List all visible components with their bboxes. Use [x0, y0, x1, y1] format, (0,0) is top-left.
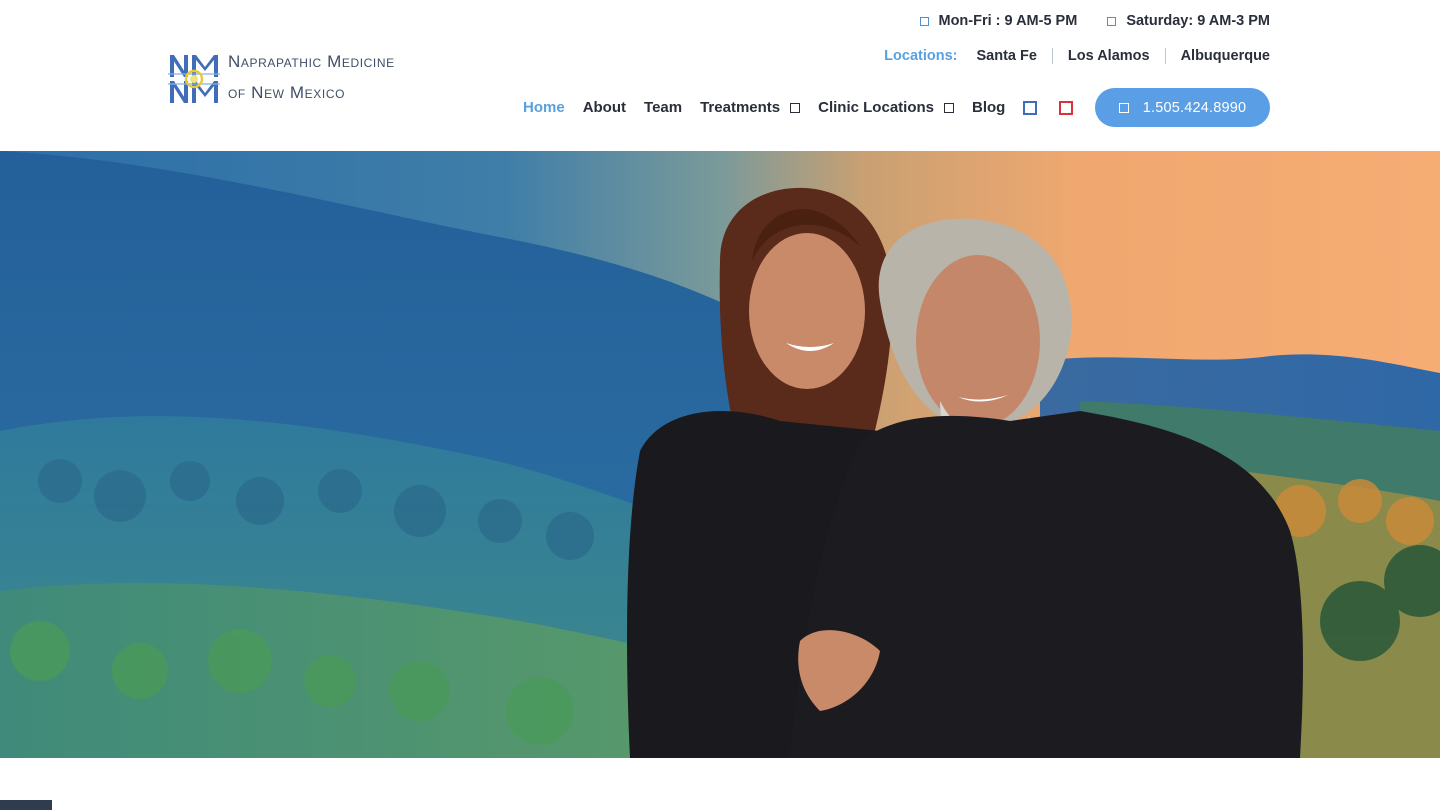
location-divider [1164, 48, 1166, 64]
locations-bar: Locations: Santa Fe Los Alamos Albuquerq… [884, 48, 1270, 64]
hours-weekday: Mon-Fri : 9 AM-5 PM [919, 13, 1078, 29]
nav-item-clinic-locations-label: Clinic Locations [818, 99, 934, 116]
phone-icon [1118, 102, 1129, 113]
dropdown-icon [944, 102, 954, 113]
logo-name-line2: of New Mexico [228, 83, 346, 102]
square-icon [919, 16, 929, 26]
logo-mark-icon [168, 53, 220, 105]
site-logo[interactable]: Naprapathic Medicine of New Mexico [168, 48, 395, 110]
location-link-albuquerque[interactable]: Albuquerque [1181, 48, 1270, 64]
youtube-icon[interactable] [1059, 100, 1074, 115]
nav-item-about[interactable]: About [583, 99, 626, 116]
hours-saturday: Saturday: 9 AM-3 PM [1107, 13, 1270, 29]
location-divider [1051, 48, 1053, 64]
facebook-icon[interactable] [1023, 100, 1038, 115]
nav-item-team[interactable]: Team [644, 99, 682, 116]
nav-item-treatments[interactable]: Treatments [700, 99, 801, 116]
hours-weekday-text: Mon-Fri : 9 AM-5 PM [938, 13, 1078, 29]
phone-number: 1.505.424.8990 [1142, 99, 1247, 116]
logo-name-line1: Naprapathic Medicine [228, 52, 395, 71]
opening-hours: Mon-Fri : 9 AM-5 PM Saturday: 9 AM-3 PM [919, 13, 1270, 29]
phone-call-button[interactable]: 1.505.424.8990 [1095, 88, 1270, 127]
nav-item-clinic-locations[interactable]: Clinic Locations [818, 99, 954, 116]
corner-tab[interactable] [0, 800, 52, 810]
dropdown-icon [790, 102, 801, 113]
nav-item-home[interactable]: Home [523, 99, 565, 116]
hours-saturday-text: Saturday: 9 AM-3 PM [1126, 13, 1270, 29]
nav-item-treatments-label: Treatments [700, 99, 781, 116]
hero-banner [0, 151, 1440, 758]
site-header: Naprapathic Medicine of New Mexico Mon-F… [0, 0, 1440, 151]
hero-couple-photo [0, 151, 1440, 758]
nav-item-blog[interactable]: Blog [972, 99, 1005, 116]
locations-label: Locations: [884, 48, 958, 64]
location-link-santa-fe[interactable]: Santa Fe [976, 48, 1036, 64]
logo-text: Naprapathic Medicine of New Mexico [228, 48, 395, 110]
square-icon [1107, 16, 1117, 26]
location-link-los-alamos[interactable]: Los Alamos [1068, 48, 1150, 64]
main-nav: Home About Team Treatments Clinic Locati… [523, 88, 1074, 127]
